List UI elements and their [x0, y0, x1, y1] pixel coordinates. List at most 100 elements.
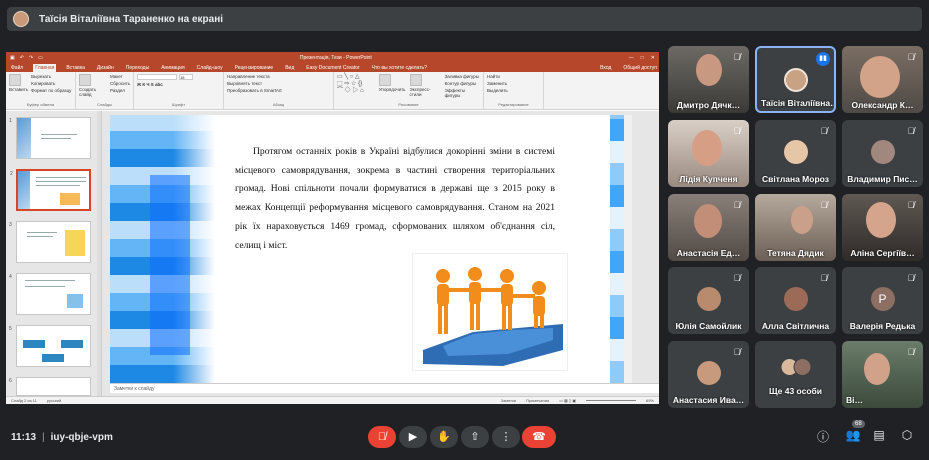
- participant-tile[interactable]: 🎙̸ Анастасия Ива…: [668, 341, 749, 408]
- shape-effects-button[interactable]: Эффекты фигуры: [445, 88, 480, 98]
- shape-outline-button[interactable]: Контур фигуры: [445, 81, 480, 86]
- participant-tile[interactable]: 🎙̸ Аліна Сергіїв…: [842, 194, 923, 261]
- font-name-field[interactable]: [137, 74, 177, 80]
- slide-thumbnail-selected[interactable]: 2: [10, 169, 91, 211]
- shapes-gallery[interactable]: ▭ ╲ ○ △ ⬚ ⇨ ☆ {} ⌒ ◇ ▷ ⌂: [337, 74, 375, 96]
- slides-group: Создать слайд Макет Сбросить Раздел Слай…: [76, 72, 134, 109]
- tab-animations[interactable]: Анимация: [159, 64, 186, 72]
- paragraph-group: Направление текста Выровнять текст Преоб…: [224, 72, 334, 109]
- participant-tile-active-speaker[interactable]: ▮▮ Таїсія Віталіївна…: [755, 46, 836, 113]
- slide-notes-field[interactable]: Заметки к слайду: [110, 383, 659, 393]
- current-slide[interactable]: Протягом останніх років в Україні відбул…: [110, 115, 632, 383]
- font-group-label: Шрифт: [171, 102, 186, 107]
- slide-vertical-scrollbar[interactable]: [624, 115, 632, 383]
- participant-tile[interactable]: 🎙̸ Владимир Пис…: [842, 120, 923, 187]
- mic-off-icon: 🎙̸: [733, 126, 741, 136]
- text-direction-button[interactable]: Направление текста: [227, 74, 330, 79]
- tab-easy-document-creator[interactable]: Easy Document Creator: [304, 64, 361, 72]
- participant-tile[interactable]: 🎙̸ Ві…: [842, 341, 923, 408]
- quick-styles-button[interactable]: Экспресс-стили: [409, 74, 441, 98]
- minimize-button[interactable]: —: [629, 55, 634, 61]
- copy-button[interactable]: Копировать: [31, 81, 71, 86]
- tab-transitions[interactable]: Переходы: [124, 64, 151, 72]
- save-icon[interactable]: ▣: [10, 55, 15, 61]
- participant-name: Анастасия Ива…: [672, 395, 745, 405]
- participant-name: Алла Світлична: [761, 321, 830, 331]
- ribbon-tabs: Файл Главная Вставка Дизайн Переходы Ани…: [6, 63, 659, 72]
- font-size-field[interactable]: 18: [179, 74, 193, 80]
- camera-icon[interactable]: ▶: [399, 426, 427, 448]
- participant-tile[interactable]: 🎙̸ Алла Світлична: [755, 267, 836, 334]
- find-button[interactable]: Найти: [487, 74, 540, 79]
- others-tile[interactable]: Ще 43 особи: [755, 341, 836, 408]
- people-icon[interactable]: 👥: [845, 428, 861, 442]
- smartart-button[interactable]: Преобразовать в SmartArt: [227, 88, 330, 93]
- slide-thumbnail[interactable]: 4: [9, 273, 91, 315]
- editing-group-label: Редактирование: [498, 102, 529, 107]
- view-buttons[interactable]: ▭ ▦ ▯ ▣: [559, 398, 576, 403]
- participant-avatar: [870, 140, 895, 164]
- slide-thumbnail[interactable]: 3: [9, 221, 91, 263]
- thumbnails-scrollbar[interactable]: [97, 111, 101, 396]
- tell-me-search[interactable]: Что вы хотите сделать?: [370, 64, 429, 72]
- align-text-button[interactable]: Выровнять текст: [227, 81, 330, 86]
- redo-icon[interactable]: ↷: [29, 55, 33, 61]
- activities-icon[interactable]: ⬡: [899, 428, 915, 442]
- raise-hand-icon[interactable]: ✋: [430, 426, 458, 448]
- meeting-time: 11:13: [11, 432, 37, 443]
- slide-thumbnail[interactable]: 5: [9, 325, 91, 367]
- tab-file[interactable]: Файл: [9, 64, 25, 72]
- tab-home[interactable]: Главная: [33, 64, 57, 72]
- cut-button[interactable]: Вырезать: [31, 74, 71, 79]
- font-format-buttons[interactable]: Ж К Ч S abc: [137, 82, 220, 87]
- sign-in-link[interactable]: Вход: [598, 64, 613, 72]
- mic-off-icon: 🎙̸: [733, 273, 741, 283]
- paste-button[interactable]: Вставить: [9, 74, 28, 93]
- format-painter-button[interactable]: Формат по образцу: [31, 88, 71, 93]
- tab-insert[interactable]: Вставка: [64, 64, 87, 72]
- notes-toggle[interactable]: Заметки: [501, 398, 516, 403]
- undo-icon[interactable]: ↶: [20, 55, 24, 61]
- tab-design[interactable]: Дизайн: [95, 64, 116, 72]
- quick-access-toolbar: ▣ ↶ ↷ ▭: [10, 55, 43, 61]
- tab-review[interactable]: Рецензирование: [233, 64, 276, 72]
- participant-tile[interactable]: 🎙̸ Світлана Мороз: [755, 120, 836, 187]
- section-button[interactable]: Раздел: [110, 88, 130, 93]
- present-icon[interactable]: ⇧: [461, 426, 489, 448]
- participant-name: Тетяна Дядик: [767, 248, 824, 258]
- slide-thumbnail[interactable]: 6: [9, 377, 91, 396]
- participant-tile[interactable]: 🎙̸ Тетяна Дядик: [755, 194, 836, 261]
- participant-tile[interactable]: 🎙̸ Дмитро Дячк…: [668, 46, 749, 113]
- zoom-level[interactable]: 69%: [646, 398, 654, 403]
- participant-name: Валерія Редька: [849, 321, 916, 331]
- maximize-button[interactable]: □: [641, 55, 644, 61]
- more-options-icon[interactable]: ⋮: [492, 426, 520, 448]
- arrange-button[interactable]: Упорядочить: [378, 74, 406, 98]
- participant-tile[interactable]: 🎙̸ Юлія Самойлик: [668, 267, 749, 334]
- zoom-slider[interactable]: [585, 400, 636, 401]
- comments-toggle[interactable]: Примечания: [526, 398, 549, 403]
- slide-body-text[interactable]: Протягом останніх років в Україні відбул…: [235, 143, 555, 255]
- participant-tile[interactable]: 🎙̸ Олександр К…: [842, 46, 923, 113]
- participant-tile[interactable]: 🎙̸ Лідія Купченя: [668, 120, 749, 187]
- tab-slideshow[interactable]: Слайд-шоу: [195, 64, 225, 72]
- replace-button[interactable]: Заменить: [487, 81, 540, 86]
- slide-thumbnail[interactable]: 1: [9, 117, 91, 159]
- info-icon[interactable]: ⓘ: [815, 428, 831, 445]
- participant-tile[interactable]: 🎙̸ Анастасія Ед…: [668, 194, 749, 261]
- teamwork-puzzle-image[interactable]: [412, 253, 568, 371]
- select-button[interactable]: Выделить: [487, 88, 540, 93]
- drawing-group: ▭ ╲ ○ △ ⬚ ⇨ ☆ {} ⌒ ◇ ▷ ⌂ Упорядочить Экспр…: [334, 72, 484, 109]
- reset-button[interactable]: Сбросить: [110, 81, 130, 86]
- mic-off-icon[interactable]: 🎙̸: [368, 426, 396, 448]
- end-call-icon[interactable]: ☎: [522, 426, 556, 448]
- new-slide-button[interactable]: Создать слайд: [79, 74, 107, 97]
- shape-fill-button[interactable]: Заливка фигуры: [445, 74, 480, 79]
- tab-view[interactable]: Вид: [283, 64, 296, 72]
- share-button[interactable]: Общий доступ: [621, 64, 659, 72]
- chat-icon[interactable]: ▤: [871, 428, 887, 442]
- layout-button[interactable]: Макет: [110, 74, 130, 79]
- participant-name: Анастасія Ед…: [676, 248, 741, 258]
- participant-tile[interactable]: Р 🎙̸ Валерія Редька: [842, 267, 923, 334]
- close-button[interactable]: ✕: [651, 55, 655, 61]
